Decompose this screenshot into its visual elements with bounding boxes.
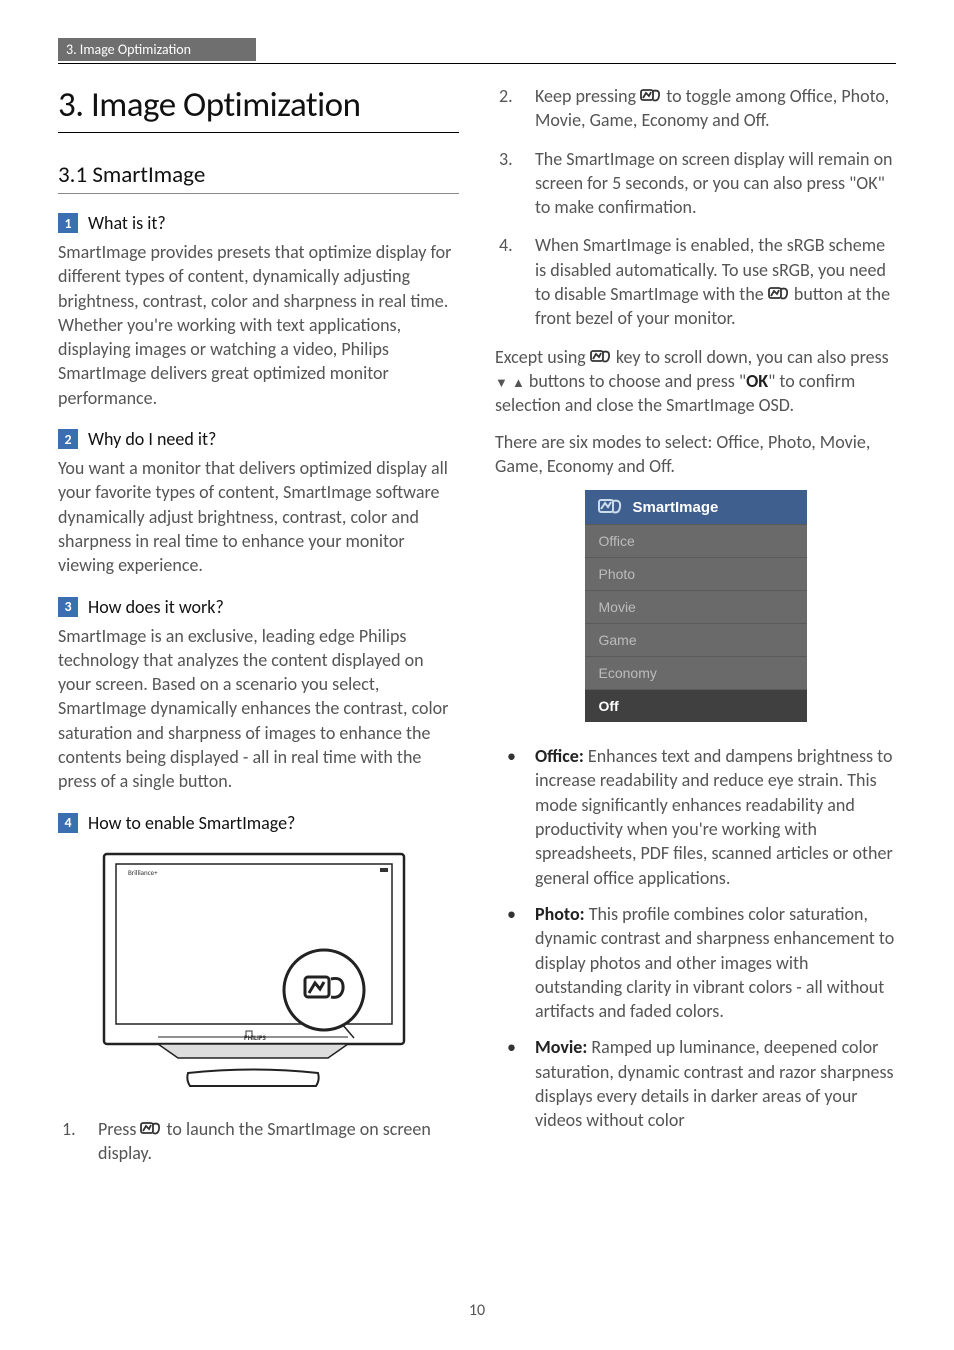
right-column: Keep pressing to toggle among Office, Ph… [495,84,896,1179]
modes-intro: There are six modes to select: Office, P… [495,430,896,479]
callout-2-num: 2 [58,429,78,449]
arrow-up-icon: ▲ [512,376,525,391]
osd-header: SmartImage [585,490,807,524]
callout-2: 2 Why do I need it? [58,428,459,450]
osd-item-photo: Photo [585,557,807,590]
paragraph-what-is-it: SmartImage provides presets that optimiz… [58,240,459,410]
osd-item-off: Off [585,689,807,722]
osd-title: SmartImage [633,499,719,516]
smartimage-icon [597,496,623,518]
callout-1-num: 1 [58,213,78,233]
osd-item-office: Office [585,524,807,557]
callout-4-label: How to enable SmartImage? [88,812,295,834]
step-2: Keep pressing to toggle among Office, Ph… [495,84,896,133]
callout-1-label: What is it? [88,212,166,234]
step-4: When SmartImage is enabled, the sRGB sch… [495,233,896,330]
callout-1: 1 What is it? [58,212,459,234]
paragraph-why-need: You want a monitor that delivers optimiz… [58,456,459,577]
smartimage-icon [640,87,662,105]
bullet-movie: Movie: Ramped up luminance, deepened col… [495,1035,896,1132]
steps-list-left: Press to launch the SmartImage on screen… [58,1117,459,1166]
head-rule [58,63,896,64]
callout-4-num: 4 [58,813,78,833]
monitor-illustration: Brilliance+ PHILIPS [98,848,418,1096]
callout-3-num: 3 [58,597,78,617]
except-paragraph: Except using key to scroll down, you can… [495,345,896,418]
arrow-down-icon: ▼ [495,376,508,391]
osd-item-economy: Economy [585,656,807,689]
steps-list-right: Keep pressing to toggle among Office, Ph… [495,84,896,331]
step-3: The SmartImage on screen display will re… [495,147,896,220]
smartimage-icon [768,285,790,303]
page-number: 10 [0,1301,954,1320]
smartimage-icon [590,348,612,366]
step-1: Press to launch the SmartImage on screen… [58,1117,459,1166]
bullet-office: Office: Enhances text and dampens bright… [495,744,896,890]
smartimage-icon [140,1120,162,1138]
section-heading: 3.1 SmartImage [58,161,459,194]
left-column: 3. Image Optimization 3.1 SmartImage 1 W… [58,84,459,1179]
callout-2-label: Why do I need it? [88,428,216,450]
running-head: 3. Image Optimization [58,38,256,61]
callout-3: 3 How does it work? [58,596,459,618]
bullet-photo: Photo: This profile combines color satur… [495,902,896,1023]
osd-menu: SmartImage OfficePhotoMovieGameEconomyOf… [585,490,807,722]
callout-4: 4 How to enable SmartImage? [58,812,459,834]
osd-item-game: Game [585,623,807,656]
paragraph-how-works: SmartImage is an exclusive, leading edge… [58,624,459,794]
callout-3-label: How does it work? [88,596,224,618]
osd-item-movie: Movie [585,590,807,623]
svg-text:Brilliance+: Brilliance+ [128,868,158,877]
page-title: 3. Image Optimization [58,84,459,133]
mode-bullets: Office: Enhances text and dampens bright… [495,744,896,1132]
